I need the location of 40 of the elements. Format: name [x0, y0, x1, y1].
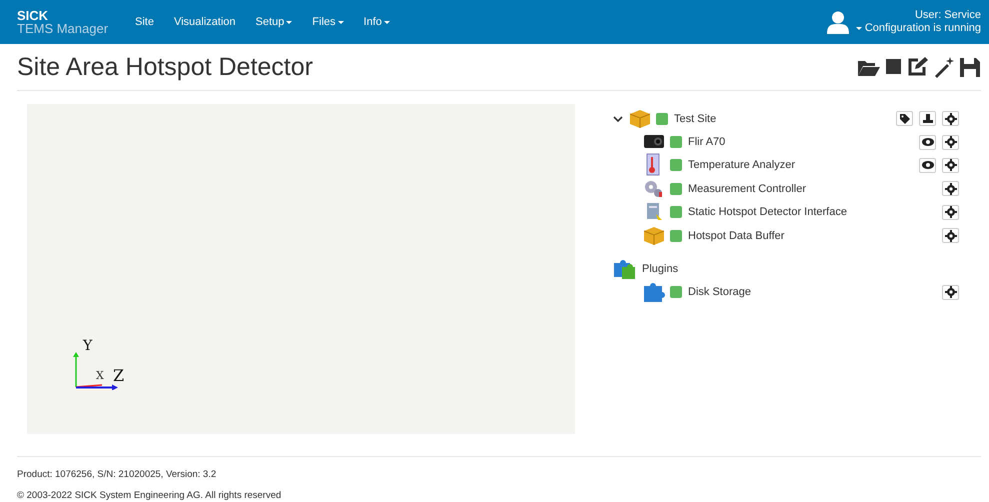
eye-button[interactable] [919, 134, 936, 150]
axis-label: X [96, 369, 104, 382]
settings-button[interactable] [942, 158, 959, 173]
magic-wand-icon[interactable] [933, 56, 955, 78]
tree-item[interactable]: Disk Storage [688, 286, 938, 298]
stamp-button[interactable] [919, 111, 936, 126]
status-dropdown[interactable]: Configuration is running [856, 22, 981, 35]
puzzle-icon [642, 280, 666, 304]
menu-item[interactable]: Setup [246, 16, 302, 28]
axis-label: Z [113, 366, 124, 385]
settings-button[interactable] [942, 204, 959, 220]
axis-label: Y [83, 338, 92, 354]
product-name: TEMS Manager [17, 22, 110, 35]
user-icon [826, 10, 850, 34]
settings-button[interactable] [942, 111, 959, 126]
menu-item[interactable]: Site [125, 16, 164, 28]
tree-item[interactable]: Plugins [642, 263, 959, 276]
edit-icon[interactable] [906, 56, 929, 78]
settings-button[interactable] [942, 134, 959, 150]
puzzle-pieces-icon [612, 257, 636, 282]
settings-button[interactable] [942, 228, 959, 244]
menu-item[interactable]: Visualization [164, 16, 246, 28]
tree-item[interactable]: Static Hotspot Detector Interface [688, 206, 938, 218]
menu-item[interactable]: Files [302, 16, 354, 28]
brand-name: SICK [17, 9, 50, 22]
settings-button[interactable] [942, 181, 959, 196]
tree-item[interactable]: Temperature Analyzer [688, 159, 915, 172]
copyright-text: © 2003-2022 SICK System Engineering AG. All rights reserved [17, 490, 282, 501]
eye-button[interactable] [919, 158, 936, 173]
settings-button[interactable] [942, 284, 959, 300]
user-name: User: Service [914, 9, 981, 22]
tree-item[interactable]: Measurement Controller [688, 182, 938, 195]
product-info: Product: 1076256, S/N: 21020025, Version: 3.2 [17, 469, 218, 480]
save-icon[interactable] [959, 56, 981, 78]
tag-button[interactable] [896, 111, 913, 126]
tree-item[interactable]: Flir A70 [688, 136, 915, 148]
menu-item[interactable]: Info [354, 16, 400, 28]
page-title: Site Area Hotspot Detector [17, 52, 314, 82]
tree-item[interactable]: Hotspot Data Buffer [688, 230, 938, 242]
tree-item[interactable]: Test Site [674, 112, 892, 125]
